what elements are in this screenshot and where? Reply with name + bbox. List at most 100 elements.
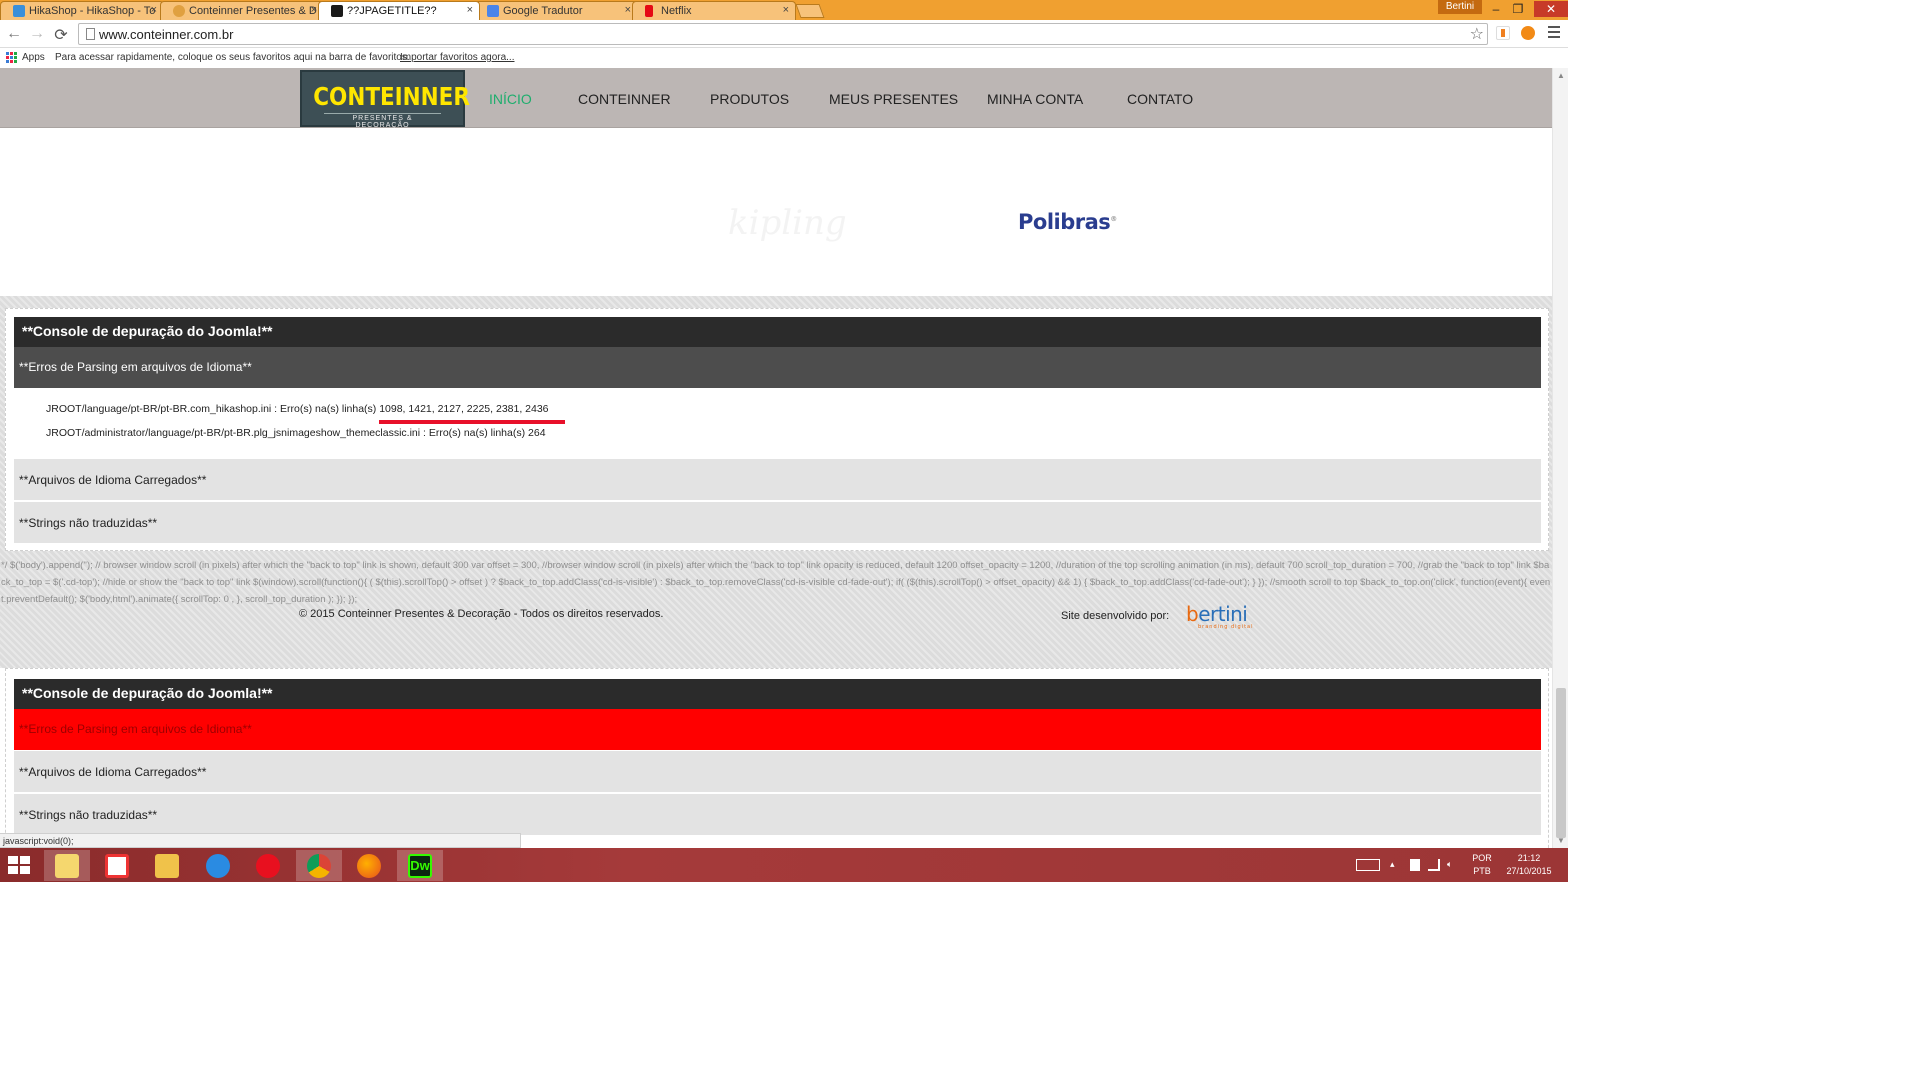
parsing-errors-header[interactable]: **Erros de Parsing em arquivos de Idioma…: [14, 709, 1541, 750]
tray-expand-icon[interactable]: ▴: [1390, 858, 1395, 871]
error-line-hikashop: JROOT/language/pt-BR/pt-BR.com_hikashop.…: [46, 403, 549, 415]
opera-icon: [256, 854, 280, 878]
logo-tagline: PRESENTES & DECORAÇÃO: [324, 113, 441, 129]
bookmark-star-icon[interactable]: ☆: [1470, 24, 1484, 44]
firefox-icon: [357, 854, 381, 878]
debug-console-2: **Console de depuração do Joomla!** **Er…: [5, 668, 1549, 848]
leaked-script-text: */ $('body').append(''); // browser wind…: [1, 560, 1551, 605]
dreamweaver-icon: Dw: [408, 854, 432, 878]
back-arrow-icon[interactable]: ←: [5, 25, 23, 43]
tab-title: Netflix: [661, 5, 692, 17]
internet-explorer-icon: [206, 854, 230, 878]
volume-icon[interactable]: 🔈︎: [1447, 858, 1452, 871]
bertini-logo-b: b: [1186, 602, 1199, 626]
taskbar-file-explorer-library[interactable]: [44, 850, 90, 881]
apps-grid-icon[interactable]: [6, 52, 17, 63]
untranslated-strings[interactable]: **Strings não traduzidas**: [14, 794, 1541, 836]
bookmarks-bar: Apps Para acessar rapidamente, coloque o…: [0, 48, 1568, 68]
untranslated-strings[interactable]: **Strings não traduzidas**: [14, 502, 1541, 544]
new-tab-button[interactable]: [795, 4, 825, 18]
page-viewport: CONTEINNER PRESENTES & DECORAÇÃO INÍCIO …: [0, 68, 1552, 848]
nav-meus-presentes[interactable]: MEUS PRESENTES: [829, 91, 958, 107]
tab-close-icon[interactable]: ×: [311, 4, 317, 16]
highlight-underline: [379, 420, 565, 424]
reload-icon[interactable]: ⟳: [52, 25, 70, 45]
clock-date: 27/10/2015: [1506, 866, 1552, 876]
footer-copyright: © 2015 Conteinner Presentes & Decoração …: [299, 608, 664, 620]
bertini-logo[interactable]: bertini branding digital: [1186, 602, 1253, 630]
avast-icon[interactable]: [1521, 26, 1535, 40]
nav-conteinner[interactable]: CONTEINNER: [578, 91, 671, 107]
forward-arrow-icon[interactable]: →: [28, 25, 46, 43]
tab-hikashop[interactable]: HikaShop - HikaShop - To ×: [0, 1, 164, 20]
browser-tab-bar: HikaShop - HikaShop - To × Conteinner Pr…: [0, 0, 1568, 20]
keyboard-icon[interactable]: [1356, 859, 1380, 871]
joomla-favicon-icon: [331, 5, 343, 17]
apps-link[interactable]: Apps: [22, 52, 45, 63]
loaded-language-files[interactable]: **Arquivos de Idioma Carregados**: [14, 751, 1541, 793]
parsing-errors-body: JROOT/language/pt-BR/pt-BR.com_hikashop.…: [14, 388, 1541, 458]
parsing-errors-header[interactable]: **Erros de Parsing em arquivos de Idioma…: [14, 347, 1541, 388]
kipling-logo[interactable]: kipling: [728, 203, 847, 243]
tab-title: Google Tradutor: [503, 5, 583, 17]
input-language[interactable]: POR PTB: [1470, 852, 1494, 878]
profile-user-badge[interactable]: Bertini: [1438, 0, 1482, 14]
taskbar-windows-store[interactable]: [94, 850, 140, 881]
restore-icon[interactable]: ❐: [1508, 1, 1528, 17]
keyboard-layout: PTB: [1473, 866, 1491, 876]
conteinner-favicon-icon: [173, 5, 185, 17]
page-scrollbar[interactable]: ▲ ▼: [1552, 68, 1568, 848]
tab-google-tradutor[interactable]: Google Tradutor ×: [474, 1, 638, 20]
tab-title: ??JPAGETITLE??: [347, 5, 437, 17]
taskbar-firefox[interactable]: [346, 850, 392, 881]
store-icon: [105, 854, 129, 878]
extension-icon[interactable]: [1496, 26, 1510, 40]
scrollbar-thumb[interactable]: [1556, 688, 1566, 838]
menu-icon[interactable]: [1548, 26, 1560, 38]
network-icon[interactable]: [1428, 859, 1440, 871]
clock[interactable]: 21:12 27/10/2015: [1502, 852, 1556, 878]
address-bar[interactable]: www.conteinner.com.br ☆: [78, 23, 1488, 45]
nav-minha-conta[interactable]: MINHA CONTA: [987, 91, 1083, 107]
minimize-icon[interactable]: –: [1486, 1, 1506, 17]
tab-title: Conteinner Presentes & D: [189, 5, 317, 17]
clock-time: 21:12: [1517, 853, 1541, 863]
error-line-jsnimageshow: JROOT/administrator/language/pt-BR/pt-BR…: [46, 427, 546, 439]
tab-close-icon[interactable]: ×: [783, 4, 789, 16]
nav-inicio[interactable]: INÍCIO: [489, 91, 532, 107]
hikashop-favicon-icon: [13, 5, 25, 17]
nav-contato[interactable]: CONTATO: [1127, 91, 1193, 107]
folder-icon: [55, 854, 79, 878]
polibras-name: Polibras: [1018, 210, 1111, 234]
browser-toolbar: ← → ⟳ www.conteinner.com.br ☆: [0, 20, 1568, 48]
polibras-logo[interactable]: Polibras®: [1018, 210, 1117, 234]
taskbar-dreamweaver[interactable]: Dw: [397, 850, 443, 881]
import-bookmarks-link[interactable]: Importar favoritos agora...: [400, 52, 515, 63]
tab-netflix[interactable]: Netflix ×: [632, 1, 796, 20]
scroll-up-icon[interactable]: ▲: [1557, 71, 1565, 80]
chrome-icon: [307, 854, 331, 878]
site-logo[interactable]: CONTEINNER PRESENTES & DECORAÇÃO: [300, 70, 470, 129]
taskbar-file-explorer[interactable]: [144, 850, 190, 881]
partner-logos: kipling Polibras®: [0, 128, 1552, 296]
loaded-language-files[interactable]: **Arquivos de Idioma Carregados**: [14, 459, 1541, 501]
taskbar-internet-explorer[interactable]: [195, 850, 241, 881]
tab-pagetitle[interactable]: ??JPAGETITLE?? ×: [318, 1, 480, 20]
scroll-down-icon[interactable]: ▼: [1557, 836, 1565, 845]
tab-conteinner[interactable]: Conteinner Presentes & D ×: [160, 1, 324, 20]
bertini-logo-rest: ertini: [1198, 602, 1248, 626]
tab-title: HikaShop - HikaShop - To: [29, 5, 156, 17]
taskbar-opera[interactable]: [245, 850, 291, 881]
nav-produtos[interactable]: PRODUTOS: [710, 91, 789, 107]
status-url-bubble: javascript:void(0);: [0, 833, 521, 848]
tab-close-icon[interactable]: ×: [625, 4, 631, 16]
tab-close-icon[interactable]: ×: [151, 4, 157, 16]
windows-start-icon[interactable]: [8, 856, 30, 874]
console-title: **Console de depuração do Joomla!**: [14, 317, 1541, 347]
address-url[interactable]: www.conteinner.com.br: [99, 27, 233, 42]
action-center-flag-icon[interactable]: [1410, 859, 1420, 871]
taskbar-chrome[interactable]: [296, 850, 342, 881]
close-window-icon[interactable]: ✕: [1534, 1, 1568, 17]
error-line-numbers: 1098, 1421, 2127, 2225, 2381, 2436: [379, 403, 549, 415]
tab-close-icon[interactable]: ×: [467, 4, 473, 16]
